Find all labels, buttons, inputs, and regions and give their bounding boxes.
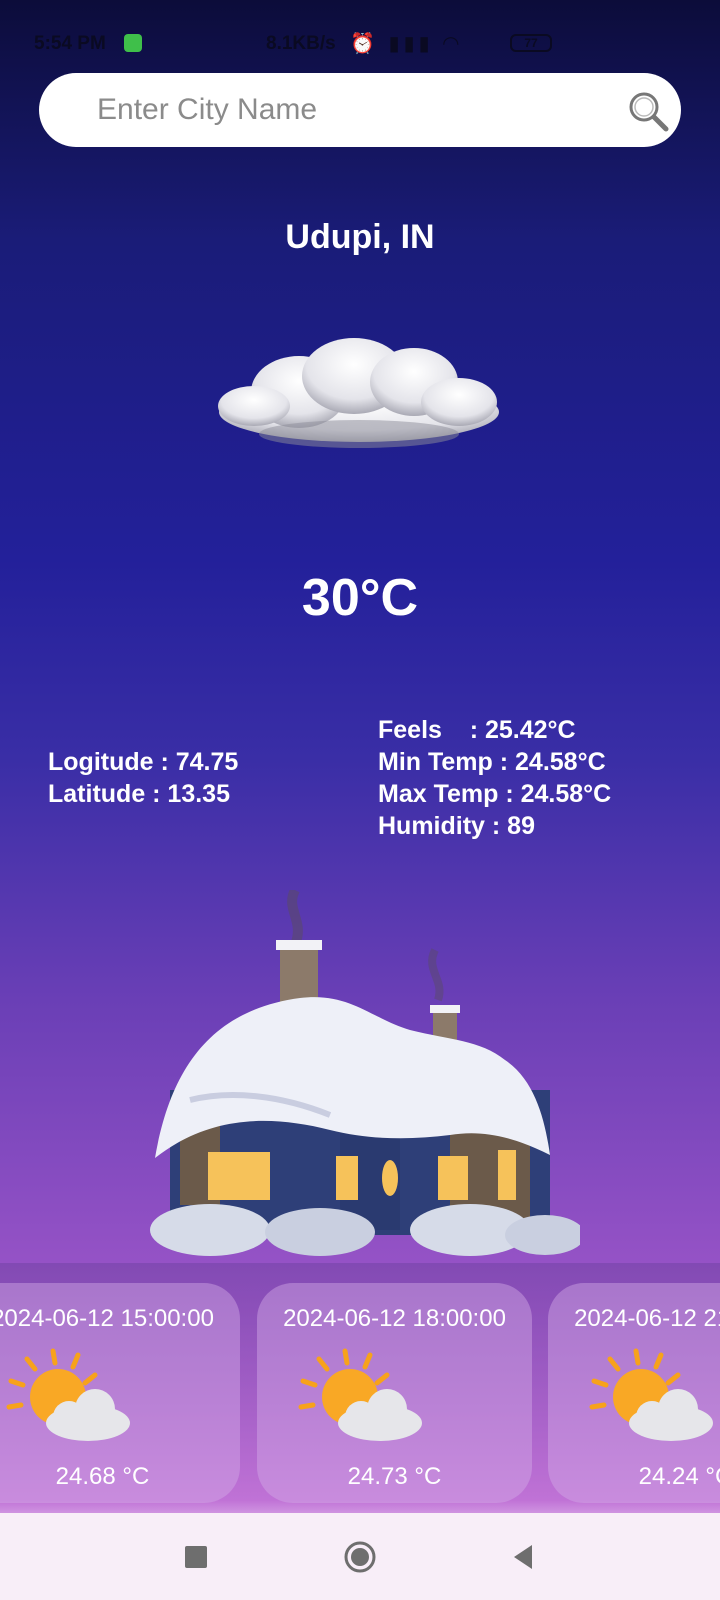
alarm-icon: ⏰ bbox=[350, 33, 379, 55]
signal-icon: ▮▮▮ bbox=[388, 33, 434, 55]
forecast-temp: 24.24 °C bbox=[638, 1463, 720, 1490]
current-temperature: 30°C bbox=[301, 569, 419, 627]
city-name: Udupi, IN bbox=[285, 218, 435, 256]
snowy-house-illustration bbox=[150, 890, 580, 1256]
status-time: 5:54 PM bbox=[34, 33, 106, 54]
forecast-datetime: 2024-06-12 21:00:00 bbox=[574, 1305, 720, 1332]
forecast-carousel[interactable]: 2024-06-12 15:00:00 24.68 °C 2024-06-12 … bbox=[0, 1263, 720, 1513]
forecast-card[interactable]: 2024-06-12 21:00:00 24.24 °C bbox=[548, 1283, 720, 1503]
search-icon[interactable] bbox=[624, 87, 672, 135]
max-temp-text: Max Temp : 24.58°C bbox=[378, 780, 612, 808]
forecast-datetime: 2024-06-12 15:00:00 bbox=[0, 1305, 214, 1332]
feels-like-text: Feels : 25.42°C bbox=[378, 716, 576, 744]
back-button[interactable] bbox=[504, 1537, 544, 1577]
network-speed: 8.1KB/s bbox=[266, 33, 336, 54]
battery-icon: 77 bbox=[510, 34, 552, 52]
forecast-card[interactable]: 2024-06-12 18:00:00 24.73 °C bbox=[257, 1283, 532, 1503]
app-notification-icon bbox=[124, 34, 142, 52]
cloud-icon bbox=[218, 338, 499, 448]
sun-behind-cloud-icon bbox=[298, 1348, 422, 1441]
coordinates-block: Logitude : 74.75 Latitude : 13.35 bbox=[48, 746, 238, 810]
forecast-card[interactable]: 2024-06-12 15:00:00 24.68 °C bbox=[0, 1283, 240, 1503]
weather-details: Feels : 25.42°C Min Temp : 24.58°C Max T… bbox=[378, 714, 611, 842]
humidity-text: Humidity : 89 bbox=[378, 812, 535, 840]
system-navigation-bar bbox=[0, 1513, 720, 1600]
longitude-text: Logitude : 74.75 bbox=[48, 748, 239, 776]
latitude-text: Latitude : 13.35 bbox=[48, 780, 230, 808]
min-temp-text: Min Temp : 24.58°C bbox=[378, 748, 606, 776]
search-bar[interactable] bbox=[39, 73, 681, 147]
wifi-icon: ◠ bbox=[443, 33, 463, 55]
sun-behind-cloud-icon bbox=[6, 1348, 130, 1441]
status-icons: ⏰ ▮▮▮ ◠ bbox=[350, 31, 462, 56]
recents-button[interactable] bbox=[176, 1537, 216, 1577]
city-search-input[interactable] bbox=[97, 89, 577, 131]
forecast-temp: 24.73 °C bbox=[347, 1463, 442, 1490]
sun-behind-cloud-icon bbox=[589, 1348, 713, 1441]
forecast-temp: 24.68 °C bbox=[55, 1463, 150, 1490]
home-button[interactable] bbox=[340, 1537, 380, 1577]
forecast-datetime: 2024-06-12 18:00:00 bbox=[283, 1305, 506, 1332]
